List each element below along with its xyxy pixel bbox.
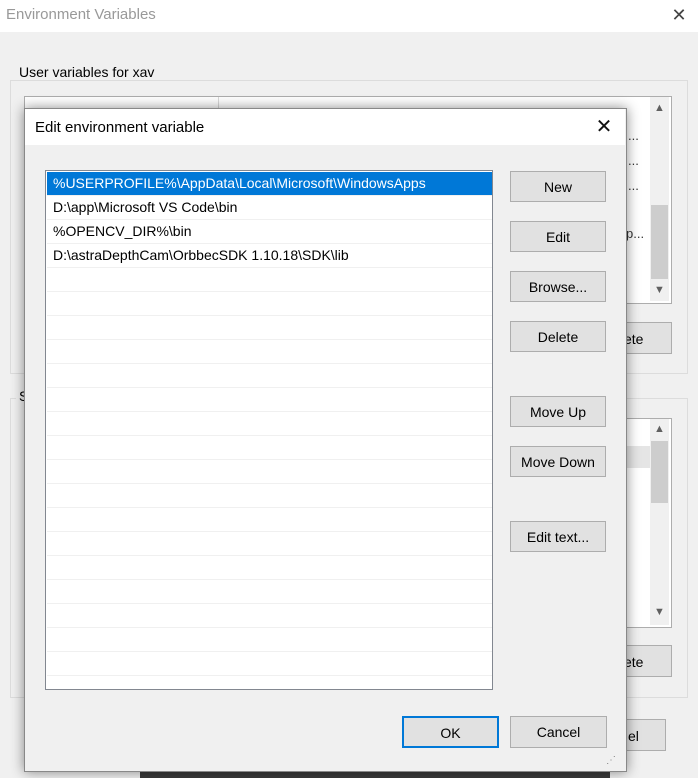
browse-button[interactable]: Browse...: [510, 271, 606, 302]
chevron-up-icon[interactable]: ▲: [650, 421, 669, 438]
user-list-ellipsis: ...: [628, 128, 639, 143]
chevron-up-icon[interactable]: ▲: [650, 100, 669, 117]
delete-button[interactable]: Delete: [510, 321, 606, 352]
path-list-item[interactable]: [47, 604, 492, 628]
edit-button[interactable]: Edit: [510, 221, 606, 252]
close-icon[interactable]: ✕: [590, 113, 618, 141]
path-list-item[interactable]: [47, 580, 492, 604]
user-list-ellipsis: p...: [626, 226, 645, 241]
path-list-item[interactable]: [47, 484, 492, 508]
user-list-scroll-thumb[interactable]: [651, 205, 668, 279]
ok-button[interactable]: OK: [402, 716, 499, 748]
resize-grip-icon[interactable]: ⋰: [606, 754, 620, 768]
user-list-ellipsis: ...: [628, 178, 639, 193]
path-list-item[interactable]: [47, 292, 492, 316]
path-list-item[interactable]: [47, 676, 492, 689]
chevron-down-icon[interactable]: ▼: [650, 282, 669, 299]
path-list-item[interactable]: [47, 628, 492, 652]
chevron-down-icon[interactable]: ▼: [650, 604, 669, 621]
cancel-button[interactable]: Cancel: [510, 716, 607, 748]
edit-text-button[interactable]: Edit text...: [510, 521, 606, 552]
path-list-item[interactable]: [47, 340, 492, 364]
path-list-item[interactable]: %USERPROFILE%\AppData\Local\Microsoft\Wi…: [47, 172, 492, 196]
path-list-item[interactable]: %OPENCV_DIR%\bin: [47, 220, 492, 244]
move-up-button[interactable]: Move Up: [510, 396, 606, 427]
path-list-item[interactable]: [47, 652, 492, 676]
new-button[interactable]: New: [510, 171, 606, 202]
path-list-item[interactable]: [47, 460, 492, 484]
path-list-item[interactable]: [47, 364, 492, 388]
path-list-item[interactable]: [47, 436, 492, 460]
path-list-item[interactable]: [47, 556, 492, 580]
user-list-ellipsis: ...: [628, 153, 639, 168]
path-list-item[interactable]: [47, 508, 492, 532]
move-down-button[interactable]: Move Down: [510, 446, 606, 477]
path-list-item[interactable]: D:\app\Microsoft VS Code\bin: [47, 196, 492, 220]
system-list-scroll-thumb[interactable]: [651, 441, 668, 503]
bg-close-icon[interactable]: ✕: [668, 4, 690, 26]
path-list-item[interactable]: [47, 532, 492, 556]
dialog-title: Edit environment variable: [35, 119, 205, 136]
bg-cancel-button-label: el: [628, 728, 639, 744]
path-list[interactable]: %USERPROFILE%\AppData\Local\Microsoft\Wi…: [45, 170, 493, 690]
path-list-item[interactable]: [47, 268, 492, 292]
user-variables-label: User variables for xav: [16, 64, 158, 80]
bg-window-title: Environment Variables: [6, 6, 156, 23]
path-list-item[interactable]: [47, 412, 492, 436]
path-list-item[interactable]: [47, 388, 492, 412]
path-list-item[interactable]: D:\astraDepthCam\OrbbecSDK 1.10.18\SDK\l…: [47, 244, 492, 268]
path-list-item[interactable]: [47, 316, 492, 340]
